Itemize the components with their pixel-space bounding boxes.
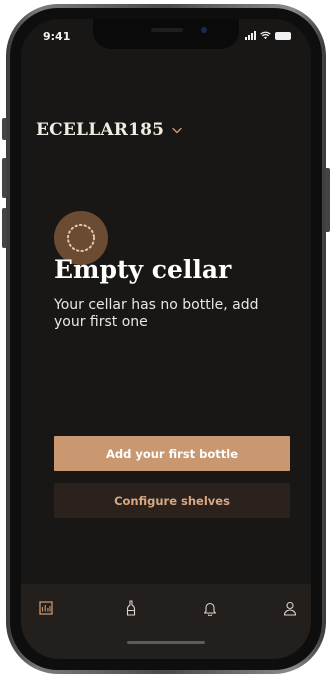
app-screen: 9:41 ECELLAR185 Empty cellar Your cellar… <box>21 19 311 659</box>
camera <box>201 27 207 33</box>
home-indicator <box>127 641 205 644</box>
chevron-down-icon <box>172 127 182 133</box>
wifi-icon <box>260 31 271 40</box>
side-button <box>2 158 7 198</box>
side-button <box>2 208 7 248</box>
tab-notifications[interactable] <box>198 596 222 620</box>
cellar-selector[interactable]: ECELLAR185 <box>36 120 182 140</box>
side-button <box>2 118 7 140</box>
side-button <box>325 168 330 232</box>
empty-state-title: Empty cellar <box>54 255 232 284</box>
status-time: 9:41 <box>43 30 71 43</box>
tab-bar <box>21 584 311 659</box>
notch <box>93 19 239 49</box>
tab-cellar[interactable] <box>34 596 58 620</box>
bottle-icon <box>126 600 136 616</box>
add-first-bottle-button[interactable]: Add your first bottle <box>54 436 290 471</box>
speaker <box>151 28 183 32</box>
bell-icon <box>203 602 217 616</box>
empty-state-description: Your cellar has no bottle, add your firs… <box>54 297 259 330</box>
signal-icon <box>245 31 256 40</box>
tab-profile[interactable] <box>278 596 302 620</box>
cellar-name: ECELLAR185 <box>36 120 165 140</box>
tab-bottles[interactable] <box>119 596 143 620</box>
cellar-icon <box>39 601 53 615</box>
status-icons <box>245 31 291 40</box>
configure-shelves-button[interactable]: Configure shelves <box>54 483 290 518</box>
battery-icon <box>275 31 291 40</box>
user-icon <box>283 601 297 616</box>
